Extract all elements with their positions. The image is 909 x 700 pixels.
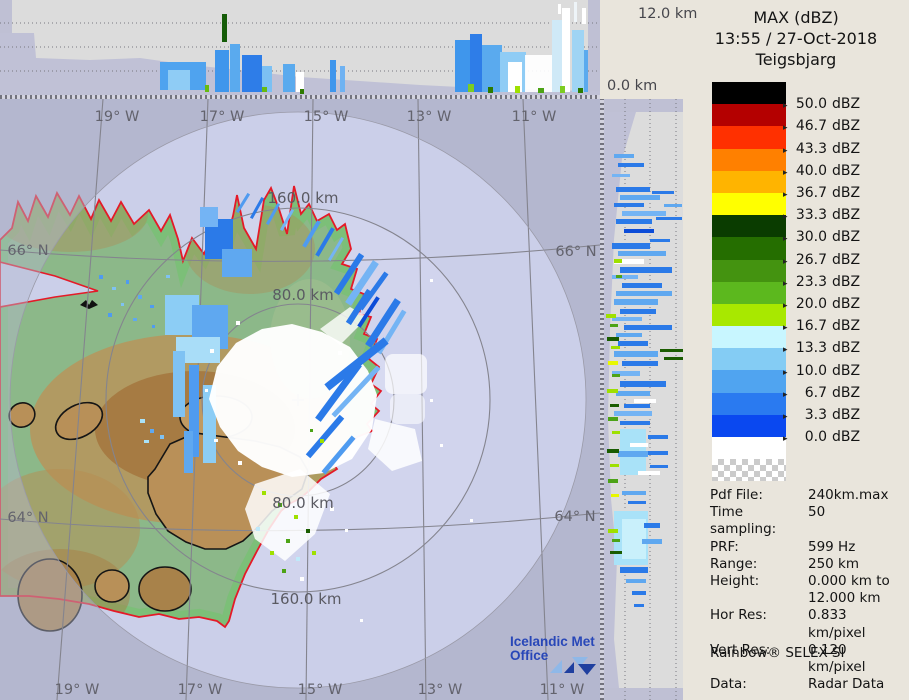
- scale-color-block: [712, 282, 786, 304]
- tick-arrow-icon: ▸: [783, 368, 793, 378]
- scale-tick-label: ▸46.7dBZ: [783, 118, 860, 134]
- tick-arrow-icon: ▸: [783, 146, 793, 156]
- scale-color-block: [712, 193, 786, 215]
- scan-metadata: Pdf File:240km.maxTime sampling:50PRF:59…: [710, 487, 906, 693]
- scale-color-block: [712, 370, 786, 392]
- scale-tick-label: ▸40.0dBZ: [783, 163, 860, 179]
- metadata-row: Pdf File:240km.max: [710, 487, 906, 504]
- legend-title-block: MAX (dBZ) 13:55 / 27-Oct-2018 Teigsbjarg: [683, 0, 909, 70]
- right-cross-section-plot: [604, 99, 683, 700]
- scale-color-block: [712, 304, 786, 326]
- scale-color-block: [712, 171, 786, 193]
- height-scale-corner: 12.0 km 0.0 km: [600, 0, 700, 99]
- right-cross-section-panel: [604, 99, 683, 700]
- panel-divider-vertical: [600, 99, 604, 700]
- metadata-label: Data:: [710, 676, 808, 693]
- scale-tick-label: ▸3.3dBZ: [783, 407, 860, 423]
- tick-arrow-icon: ▸: [783, 234, 793, 244]
- metadata-row: Time sampling:50: [710, 504, 906, 538]
- tick-arrow-icon: ▸: [783, 301, 793, 311]
- dbz-color-scale: [712, 82, 786, 481]
- scale-tick-label: ▸36.7dBZ: [783, 185, 860, 201]
- scale-color-block: [712, 82, 786, 104]
- metadata-value: 50: [808, 504, 825, 538]
- scale-tick-label: ▸10.0dBZ: [783, 363, 860, 379]
- scale-color-block: [712, 459, 786, 481]
- tick-arrow-icon: ▸: [783, 212, 793, 222]
- scale-tick-label: ▸6.7dBZ: [783, 385, 860, 401]
- scale-color-block: [712, 393, 786, 415]
- metadata-label: PRF:: [710, 539, 808, 556]
- scale-tick-label: ▸16.7dBZ: [783, 318, 860, 334]
- tick-arrow-icon: ▸: [783, 412, 793, 422]
- metadata-label: Time sampling:: [710, 504, 808, 538]
- metadata-label: Height:: [710, 573, 808, 607]
- radar-application-window: 19° W17° W15° W13° W11° W19° W17° W15° W…: [0, 0, 909, 700]
- scale-tick-label: ▸50.0dBZ: [783, 96, 860, 112]
- tick-arrow-icon: ▸: [783, 190, 793, 200]
- scale-color-block: [712, 126, 786, 148]
- metadata-value: 0.000 km to 12.000 km: [808, 573, 890, 607]
- scale-tick-label: ▸0.0dBZ: [783, 429, 860, 445]
- tick-arrow-icon: ▸: [783, 390, 793, 400]
- scale-tick-label: ▸13.3dBZ: [783, 340, 860, 356]
- met-office-logo-icon: [548, 651, 600, 677]
- met-office-logo: Icelandic Met Office: [510, 635, 610, 663]
- metadata-value: 599 Hz: [808, 539, 855, 556]
- scale-tick-label: ▸26.7dBZ: [783, 252, 860, 268]
- tick-arrow-icon: ▸: [783, 168, 793, 178]
- tick-arrow-icon: ▸: [783, 123, 793, 133]
- scale-tick-label: ▸20.0dBZ: [783, 296, 860, 312]
- scale-tick-label: ▸33.3dBZ: [783, 207, 860, 223]
- height-min-label: 0.0 km: [607, 78, 657, 94]
- tick-arrow-icon: ▸: [783, 323, 793, 333]
- metadata-label: Hor Res:: [710, 607, 808, 641]
- top-cross-section-plot: [0, 0, 600, 95]
- metadata-value: 240km.max: [808, 487, 888, 504]
- metadata-row: PRF:599 Hz: [710, 539, 906, 556]
- tick-arrow-icon: ▸: [783, 101, 793, 111]
- logo-text-line1: Icelandic Met: [510, 635, 610, 649]
- metadata-label: Pdf File:: [710, 487, 808, 504]
- metadata-row: Height:0.000 km to 12.000 km: [710, 573, 906, 607]
- scale-color-block: [712, 326, 786, 348]
- metadata-value: Radar Data: [808, 676, 884, 693]
- scale-color-block: [712, 215, 786, 237]
- scale-color-block: [712, 348, 786, 370]
- metadata-value: 250 km: [808, 556, 859, 573]
- legend-panel: MAX (dBZ) 13:55 / 27-Oct-2018 Teigsbjarg…: [683, 0, 909, 700]
- scale-color-block: [712, 437, 786, 459]
- scale-color-block: [712, 149, 786, 171]
- scale-tick-label: ▸30.0dBZ: [783, 229, 860, 245]
- timestamp: 13:55 / 27-Oct-2018: [683, 28, 909, 49]
- software-name: Rainbow® SELEX-SI: [710, 645, 844, 661]
- top-cross-section-panel: [0, 0, 600, 95]
- metadata-row: Range:250 km: [710, 556, 906, 573]
- scale-tick-label: ▸23.3dBZ: [783, 274, 860, 290]
- height-max-label: 12.0 km: [638, 6, 697, 22]
- metadata-label: Range:: [710, 556, 808, 573]
- radar-map-panel: 19° W17° W15° W13° W11° W19° W17° W15° W…: [0, 99, 600, 700]
- scale-color-block: [712, 237, 786, 259]
- scale-color-block: [712, 104, 786, 126]
- scale-tick-label: ▸43.3dBZ: [783, 141, 860, 157]
- tick-arrow-icon: ▸: [783, 279, 793, 289]
- metadata-row: Hor Res:0.833 km/pixel: [710, 607, 906, 641]
- station-name: Teigsbjarg: [683, 49, 909, 70]
- tick-arrow-icon: ▸: [783, 434, 793, 444]
- radar-map: [0, 99, 600, 700]
- product-title: MAX (dBZ): [683, 7, 909, 28]
- metadata-value: 0.833 km/pixel: [808, 607, 906, 641]
- scale-color-block: [712, 415, 786, 437]
- scale-color-block: [712, 260, 786, 282]
- tick-arrow-icon: ▸: [783, 257, 793, 267]
- panel-divider-horizontal: [0, 95, 604, 99]
- metadata-row: Data:Radar Data: [710, 676, 906, 693]
- tick-arrow-icon: ▸: [783, 345, 793, 355]
